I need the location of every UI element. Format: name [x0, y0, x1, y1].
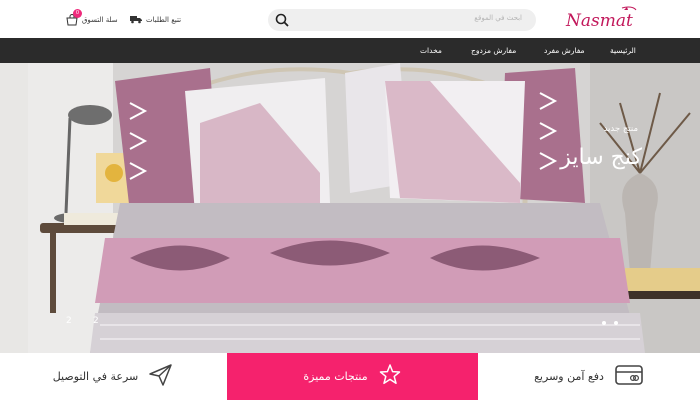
- search-placeholder[interactable]: ابحث في الموقع: [474, 14, 522, 22]
- brand-name: Nasmat: [565, 11, 633, 31]
- feature-special-products[interactable]: منتجات مميزة: [227, 353, 478, 400]
- features-bar: دفع آمن وسريع منتجات مميزة سرعة في التوص…: [0, 353, 700, 400]
- feature-label: دفع آمن وسريع: [534, 370, 604, 383]
- slider-dot[interactable]: [602, 321, 606, 325]
- bedroom-photo: [0, 63, 700, 353]
- track-orders-label: تتبع الطلبات: [146, 16, 182, 24]
- top-header: Nasmat ابحث في الموقع تتبع الطلبات سلة ا…: [0, 0, 700, 38]
- nav-item-home[interactable]: الرئيسية: [610, 38, 636, 63]
- paper-plane-icon: [148, 363, 174, 391]
- hero-slider[interactable]: منتج جديد كنج سايز 2 2: [0, 63, 700, 353]
- brand-logo[interactable]: Nasmat: [562, 4, 638, 34]
- nav-item-single-sheets[interactable]: مفارش مفرد: [544, 38, 585, 63]
- search-icon[interactable]: [274, 12, 290, 28]
- cart-count-badge: 0: [73, 9, 82, 18]
- cart-icon: 0: [66, 9, 82, 26]
- slide-number-2[interactable]: 2: [93, 316, 99, 326]
- track-orders-link[interactable]: تتبع الطلبات: [130, 13, 181, 27]
- feature-label: سرعة في التوصيل: [52, 370, 139, 383]
- nav-item-pillows[interactable]: مخدات: [420, 38, 442, 63]
- truck-icon: [130, 15, 142, 26]
- hero-subtitle: منتج جديد: [603, 124, 638, 134]
- cart-label: سلة التسوق: [82, 16, 118, 24]
- logo-mark: Nasmat: [565, 6, 637, 31]
- main-nav: الرئيسية مفارش مفرد مفارش مزدوج مخدات: [0, 38, 700, 63]
- slide-number-1[interactable]: 2: [66, 316, 72, 326]
- feature-secure-payment[interactable]: دفع آمن وسريع: [478, 353, 700, 400]
- feature-fast-delivery[interactable]: سرعة في التوصيل: [0, 353, 227, 400]
- slider-dot[interactable]: [614, 321, 618, 325]
- hero-title: كنج سايز: [560, 145, 642, 170]
- search-bar[interactable]: ابحث في الموقع: [268, 9, 536, 31]
- credit-card-icon: [614, 363, 644, 391]
- nav-item-double-sheets[interactable]: مفارش مزدوج: [471, 38, 516, 63]
- cart-link[interactable]: سلة التسوق 0: [66, 9, 118, 27]
- feature-label: منتجات مميزة: [303, 370, 368, 383]
- star-icon: [378, 363, 402, 391]
